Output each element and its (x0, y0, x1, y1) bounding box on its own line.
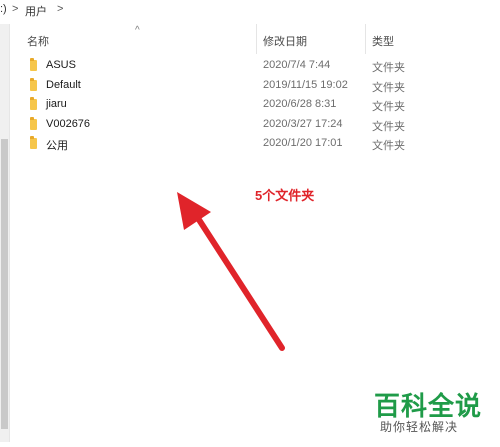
scrollbar-thumb[interactable] (1, 139, 8, 429)
file-name: jiaru (46, 98, 67, 110)
file-list: ASUS 2020/7/4 7:44 文件夹 Default 2019/11/1… (10, 56, 490, 154)
folder-icon (30, 97, 37, 110)
breadcrumb-separator-end[interactable]: > (57, 3, 63, 15)
column-header-type[interactable]: 类型 (372, 33, 394, 49)
file-row-public[interactable]: 公用 2020/1/20 17:01 文件夹 (10, 134, 490, 154)
file-name: ASUS (46, 59, 76, 71)
file-name: 公用 (46, 140, 68, 152)
folder-icon (30, 58, 37, 71)
column-header-row: 名称 ^ 修改日期 类型 (10, 24, 490, 54)
file-type: 文件夹 (372, 62, 405, 74)
file-type: 文件夹 (372, 101, 405, 113)
breadcrumb: :) > 用户 > (0, 0, 500, 22)
file-type: 文件夹 (372, 81, 405, 94)
column-divider[interactable] (256, 24, 257, 54)
folder-icon (30, 116, 37, 130)
file-date: 2019/11/15 19:02 (263, 78, 348, 91)
navigation-pane-scrollbar[interactable] (0, 24, 10, 442)
file-explorer: :) > 用户 > 名称 ^ 修改日期 类型 ASUS 2020/7/4 7:4… (0, 0, 500, 447)
column-divider[interactable] (365, 24, 366, 54)
column-header-name[interactable]: 名称 (27, 33, 49, 49)
file-row-asus[interactable]: ASUS 2020/7/4 7:44 文件夹 (10, 56, 490, 76)
file-type: 文件夹 (372, 140, 405, 152)
file-date: 2020/3/27 17:24 (263, 117, 343, 130)
file-name: Default (46, 78, 81, 91)
breadcrumb-segment-users[interactable]: 用户 (25, 3, 47, 19)
folder-icon (30, 77, 37, 91)
folder-icon (30, 136, 37, 149)
watermark-subtitle: 助你轻松解决 (380, 420, 459, 434)
file-type: 文件夹 (372, 120, 405, 133)
file-date: 2020/6/28 8:31 (263, 98, 337, 110)
file-name: V002676 (46, 117, 91, 130)
file-date: 2020/7/4 7:44 (263, 59, 331, 71)
file-row-v002676[interactable]: V002676 2020/3/27 17:24 文件夹 (10, 115, 490, 135)
file-row-default[interactable]: Default 2019/11/15 19:02 文件夹 (10, 76, 490, 96)
file-row-jiaru[interactable]: jiaru 2020/6/28 8:31 文件夹 (10, 95, 490, 115)
annotation-label: 5个文件夹 (255, 188, 315, 203)
file-date: 2020/1/20 17:01 (263, 137, 343, 149)
sort-ascending-icon: ^ (135, 25, 140, 36)
column-header-date[interactable]: 修改日期 (263, 33, 307, 49)
breadcrumb-fragment[interactable]: :) (0, 3, 7, 15)
watermark-logo: 百科全说 助你轻松解决 (372, 386, 492, 440)
breadcrumb-separator[interactable]: > (12, 3, 18, 15)
